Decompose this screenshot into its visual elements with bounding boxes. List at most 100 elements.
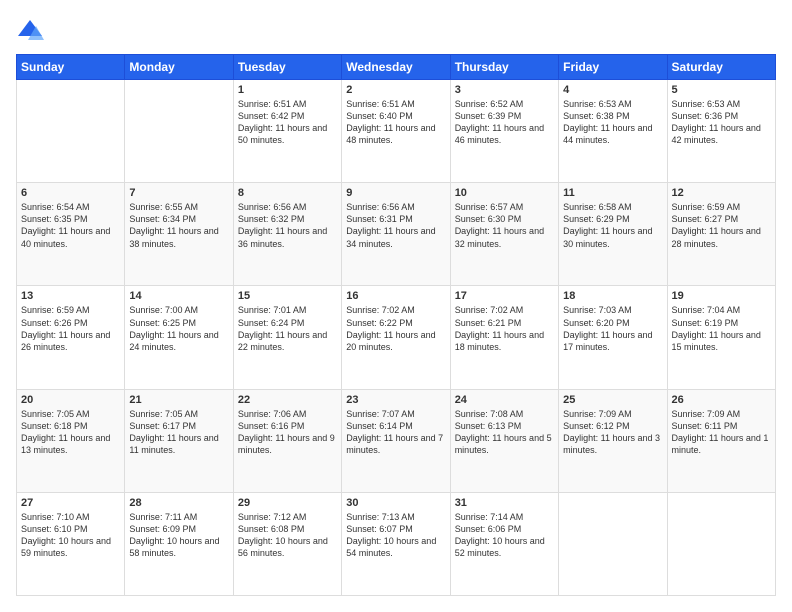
cell-info: Sunrise: 7:12 AMSunset: 6:08 PMDaylight:… (238, 511, 337, 560)
cell-info: Sunrise: 7:13 AMSunset: 6:07 PMDaylight:… (346, 511, 445, 560)
day-number: 23 (346, 394, 445, 406)
calendar-cell: 3 Sunrise: 6:52 AMSunset: 6:39 PMDaylight… (450, 80, 558, 183)
weekday-header-tuesday: Tuesday (233, 55, 341, 80)
week-row-5: 27 Sunrise: 7:10 AMSunset: 6:10 PMDayligh… (17, 492, 776, 595)
calendar-cell (667, 492, 775, 595)
cell-info: Sunrise: 7:08 AMSunset: 6:13 PMDaylight:… (455, 408, 554, 457)
cell-info: Sunrise: 6:53 AMSunset: 6:38 PMDaylight:… (563, 98, 662, 147)
calendar-cell: 19 Sunrise: 7:04 AMSunset: 6:19 PMDayligh… (667, 286, 775, 389)
calendar-cell: 11 Sunrise: 6:58 AMSunset: 6:29 PMDayligh… (559, 183, 667, 286)
calendar-cell: 1Sunrise: 6:51 AMSunset: 6:42 PMDaylight… (233, 80, 341, 183)
cell-info: Sunrise: 7:03 AMSunset: 6:20 PMDaylight:… (563, 304, 662, 353)
cell-info: Sunrise: 7:07 AMSunset: 6:14 PMDaylight:… (346, 408, 445, 457)
calendar-cell: 28 Sunrise: 7:11 AMSunset: 6:09 PMDayligh… (125, 492, 233, 595)
day-number: 11 (563, 187, 662, 199)
day-number: 29 (238, 497, 337, 509)
day-number: 25 (563, 394, 662, 406)
cell-info: Sunrise: 6:59 AMSunset: 6:27 PMDaylight:… (672, 201, 771, 250)
day-number: 31 (455, 497, 554, 509)
cell-info: Sunrise: 7:04 AMSunset: 6:19 PMDaylight:… (672, 304, 771, 353)
calendar-cell: 2 Sunrise: 6:51 AMSunset: 6:40 PMDaylight… (342, 80, 450, 183)
calendar-cell: 9Sunrise: 6:56 AMSunset: 6:31 PMDaylight… (342, 183, 450, 286)
cell-info: Sunrise: 6:58 AMSunset: 6:29 PMDaylight:… (563, 201, 662, 250)
day-number: 7 (129, 187, 228, 199)
calendar-cell: 14Sunrise: 7:00 AMSunset: 6:25 PMDayligh… (125, 286, 233, 389)
calendar-body: 1Sunrise: 6:51 AMSunset: 6:42 PMDaylight… (17, 80, 776, 596)
calendar-cell: 15 Sunrise: 7:01 AMSunset: 6:24 PMDayligh… (233, 286, 341, 389)
calendar-cell: 12 Sunrise: 6:59 AMSunset: 6:27 PMDayligh… (667, 183, 775, 286)
day-number: 10 (455, 187, 554, 199)
calendar-cell (17, 80, 125, 183)
day-number: 19 (672, 290, 771, 302)
week-row-2: 6 Sunrise: 6:54 AMSunset: 6:35 PMDaylight… (17, 183, 776, 286)
calendar-cell: 4 Sunrise: 6:53 AMSunset: 6:38 PMDaylight… (559, 80, 667, 183)
weekday-header-monday: Monday (125, 55, 233, 80)
header (16, 16, 776, 44)
day-number: 9 (346, 187, 445, 199)
calendar-cell: 6 Sunrise: 6:54 AMSunset: 6:35 PMDaylight… (17, 183, 125, 286)
calendar-header: SundayMondayTuesdayWednesdayThursdayFrid… (17, 55, 776, 80)
cell-info: Sunrise: 7:01 AMSunset: 6:24 PMDaylight:… (238, 304, 337, 353)
day-number: 2 (346, 84, 445, 96)
calendar-cell (125, 80, 233, 183)
calendar-cell: 5 Sunrise: 6:53 AMSunset: 6:36 PMDaylight… (667, 80, 775, 183)
calendar-cell: 13Sunrise: 6:59 AMSunset: 6:26 PMDayligh… (17, 286, 125, 389)
calendar-table: SundayMondayTuesdayWednesdayThursdayFrid… (16, 54, 776, 596)
calendar-cell: 22Sunrise: 7:06 AMSunset: 6:16 PMDayligh… (233, 389, 341, 492)
cell-info: Sunrise: 6:56 AMSunset: 6:32 PMDaylight:… (238, 201, 337, 250)
day-number: 16 (346, 290, 445, 302)
calendar-cell: 20 Sunrise: 7:05 AMSunset: 6:18 PMDayligh… (17, 389, 125, 492)
calendar-cell: 29 Sunrise: 7:12 AMSunset: 6:08 PMDayligh… (233, 492, 341, 595)
day-number: 18 (563, 290, 662, 302)
calendar-cell: 24 Sunrise: 7:08 AMSunset: 6:13 PMDayligh… (450, 389, 558, 492)
day-number: 28 (129, 497, 228, 509)
calendar-cell: 31 Sunrise: 7:14 AMSunset: 6:06 PMDayligh… (450, 492, 558, 595)
day-number: 12 (672, 187, 771, 199)
cell-info: Sunrise: 7:00 AMSunset: 6:25 PMDaylight:… (129, 304, 228, 353)
cell-info: Sunrise: 6:51 AMSunset: 6:42 PMDaylight:… (238, 98, 337, 147)
logo-icon (16, 16, 44, 44)
cell-info: Sunrise: 6:52 AMSunset: 6:39 PMDaylight:… (455, 98, 554, 147)
page: SundayMondayTuesdayWednesdayThursdayFrid… (0, 0, 792, 612)
calendar-cell: 25 Sunrise: 7:09 AMSunset: 6:12 PMDayligh… (559, 389, 667, 492)
calendar-cell: 7Sunrise: 6:55 AMSunset: 6:34 PMDaylight… (125, 183, 233, 286)
week-row-1: 1Sunrise: 6:51 AMSunset: 6:42 PMDaylight… (17, 80, 776, 183)
weekday-header-friday: Friday (559, 55, 667, 80)
cell-info: Sunrise: 7:11 AMSunset: 6:09 PMDaylight:… (129, 511, 228, 560)
cell-info: Sunrise: 7:05 AMSunset: 6:17 PMDaylight:… (129, 408, 228, 457)
cell-info: Sunrise: 7:09 AMSunset: 6:11 PMDaylight:… (672, 408, 771, 457)
cell-info: Sunrise: 7:05 AMSunset: 6:18 PMDaylight:… (21, 408, 120, 457)
day-number: 20 (21, 394, 120, 406)
cell-info: Sunrise: 7:02 AMSunset: 6:21 PMDaylight:… (455, 304, 554, 353)
cell-info: Sunrise: 6:51 AMSunset: 6:40 PMDaylight:… (346, 98, 445, 147)
calendar-cell: 23 Sunrise: 7:07 AMSunset: 6:14 PMDayligh… (342, 389, 450, 492)
day-number: 13 (21, 290, 120, 302)
cell-info: Sunrise: 6:54 AMSunset: 6:35 PMDaylight:… (21, 201, 120, 250)
cell-info: Sunrise: 6:53 AMSunset: 6:36 PMDaylight:… (672, 98, 771, 147)
week-row-3: 13Sunrise: 6:59 AMSunset: 6:26 PMDayligh… (17, 286, 776, 389)
calendar-cell: 21 Sunrise: 7:05 AMSunset: 6:17 PMDayligh… (125, 389, 233, 492)
calendar-cell: 10 Sunrise: 6:57 AMSunset: 6:30 PMDayligh… (450, 183, 558, 286)
day-number: 27 (21, 497, 120, 509)
calendar-cell: 27 Sunrise: 7:10 AMSunset: 6:10 PMDayligh… (17, 492, 125, 595)
day-number: 21 (129, 394, 228, 406)
calendar-cell: 16Sunrise: 7:02 AMSunset: 6:22 PMDayligh… (342, 286, 450, 389)
cell-info: Sunrise: 7:14 AMSunset: 6:06 PMDaylight:… (455, 511, 554, 560)
cell-info: Sunrise: 6:57 AMSunset: 6:30 PMDaylight:… (455, 201, 554, 250)
calendar-cell: 26 Sunrise: 7:09 AMSunset: 6:11 PMDayligh… (667, 389, 775, 492)
day-number: 15 (238, 290, 337, 302)
cell-info: Sunrise: 7:06 AMSunset: 6:16 PMDaylight:… (238, 408, 337, 457)
cell-info: Sunrise: 7:10 AMSunset: 6:10 PMDaylight:… (21, 511, 120, 560)
day-number: 24 (455, 394, 554, 406)
day-number: 6 (21, 187, 120, 199)
day-number: 8 (238, 187, 337, 199)
day-number: 4 (563, 84, 662, 96)
day-number: 26 (672, 394, 771, 406)
day-number: 3 (455, 84, 554, 96)
weekday-header-saturday: Saturday (667, 55, 775, 80)
day-number: 5 (672, 84, 771, 96)
weekday-header-row: SundayMondayTuesdayWednesdayThursdayFrid… (17, 55, 776, 80)
day-number: 17 (455, 290, 554, 302)
cell-info: Sunrise: 7:09 AMSunset: 6:12 PMDaylight:… (563, 408, 662, 457)
calendar-cell (559, 492, 667, 595)
